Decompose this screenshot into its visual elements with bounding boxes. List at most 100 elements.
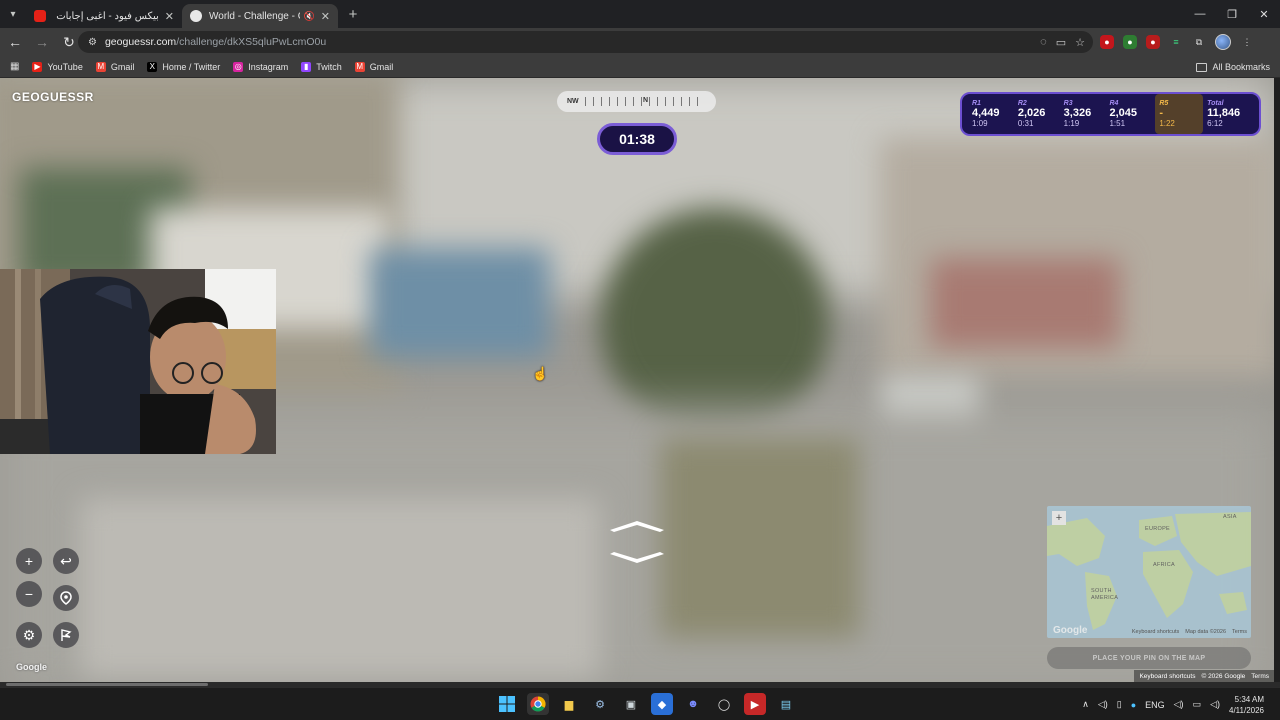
extensions-puzzle-icon[interactable]: ⧉	[1192, 35, 1206, 49]
round-points: 3,326	[1063, 107, 1092, 119]
store-icon[interactable]: ▣	[620, 693, 642, 715]
compass[interactable]: NW N	[557, 91, 716, 112]
minimap-terms-link[interactable]: Terms	[1232, 629, 1247, 635]
red-wall	[930, 258, 1120, 348]
discord-icon[interactable]: ☻	[682, 693, 704, 715]
total-time: 6:12	[1207, 119, 1223, 128]
cast-icon[interactable]: ▭	[1056, 36, 1066, 49]
speaker-icon[interactable]: ◁)	[1098, 699, 1108, 710]
extension-red-icon[interactable]: ●	[1100, 35, 1114, 49]
profile-avatar-icon[interactable]	[1215, 34, 1231, 50]
site-info-icon[interactable]: ⚙	[88, 37, 97, 48]
logo-text: GEOGUESSR	[12, 90, 94, 104]
clock[interactable]: 5:34 AM 4/11/2026	[1229, 694, 1264, 716]
guess-minimap[interactable]: + EUROPE ASIA AFRICA SOUTH AMERICA Googl…	[1047, 506, 1251, 638]
median-grass	[660, 438, 860, 638]
address-bar[interactable]: ⚙ geoguessr.com /challenge/dkXS5qluPwLcm…	[78, 31, 1093, 53]
bookmark-twitter[interactable]: X Home / Twitter	[147, 61, 220, 72]
display-icon[interactable]: ▭	[1193, 699, 1202, 710]
move-backward-arrow-icon[interactable]	[610, 552, 664, 563]
language-indicator[interactable]: ENG	[1145, 700, 1165, 710]
tab-youtube[interactable]: بيكس فيود - أغبى إجابات صناع ها ✕	[26, 4, 182, 28]
flag-button[interactable]	[53, 622, 79, 648]
bookmark-star-icon[interactable]: ☆	[1075, 36, 1085, 49]
minimap-zoom-in-button[interactable]: +	[1052, 511, 1066, 525]
bookmark-twitch[interactable]: ▮ Twitch	[301, 61, 342, 72]
bookmark-gmail-2[interactable]: M Gmail	[354, 61, 394, 72]
restore-icon[interactable]: ❐	[1216, 0, 1248, 28]
network-icon[interactable]: ◁)	[1210, 699, 1220, 710]
keyboard-shortcuts-link[interactable]: Keyboard shortcuts	[1139, 673, 1195, 680]
opera-gx-icon[interactable]: ◯	[713, 693, 735, 715]
tab-geoguessr[interactable]: World - Challenge - GeoGu 🔇 ✕	[182, 4, 338, 28]
youtube-icon: ▶	[32, 61, 43, 72]
bookmark-gmail[interactable]: M Gmail	[95, 61, 135, 72]
bookmarks-bar: ▦ ▶ YouTube M Gmail X Home / Twitter ◎ Insta…	[0, 56, 1280, 78]
close-window-icon[interactable]: ✕	[1248, 0, 1280, 28]
back-button[interactable]: ←	[3, 30, 27, 54]
flag-icon	[61, 629, 72, 641]
window-controls: — ❐ ✕	[1184, 0, 1280, 28]
all-bookmarks-label: All Bookmarks	[1212, 62, 1270, 72]
total-points: 11,846	[1207, 107, 1241, 119]
road-light	[80, 498, 600, 678]
app-blue-icon[interactable]: ◆	[651, 693, 673, 715]
extension-green-icon[interactable]: ●	[1123, 35, 1137, 49]
vertical-scrollbar[interactable]	[1274, 78, 1280, 682]
scrollbar-thumb[interactable]	[6, 683, 208, 686]
zoom-in-button[interactable]: +	[16, 548, 42, 574]
battery-icon[interactable]: ▯	[1117, 699, 1122, 710]
tray-chevron-icon[interactable]: ∧	[1082, 699, 1089, 710]
file-explorer-icon[interactable]: ▆	[558, 693, 580, 715]
steam-icon[interactable]: ⚙	[589, 693, 611, 715]
minimap-google-logo: Google	[1053, 625, 1088, 636]
bookmark-label: Twitch	[316, 61, 342, 72]
total-score: Total 11,846 6:12	[1205, 94, 1251, 134]
x-icon: X	[147, 61, 158, 72]
app-red-icon[interactable]: ▶	[744, 693, 766, 715]
windows-start-icon[interactable]	[496, 693, 518, 715]
forward-button[interactable]: →	[30, 30, 54, 54]
minimap-shortcuts-link[interactable]: Keyboard shortcuts	[1132, 629, 1179, 635]
round-score: R3 3,326 1:19	[1062, 94, 1108, 134]
extension-redshield-icon[interactable]: ●	[1146, 35, 1160, 49]
microphone-icon[interactable]: ●	[1131, 700, 1136, 710]
muted-tab-icon[interactable]: 🔇	[304, 11, 315, 22]
extensions-area: ● ● ● ≡ ⧉ ⋮	[1100, 28, 1254, 56]
move-arrows[interactable]	[606, 518, 668, 568]
minimize-icon[interactable]: —	[1184, 0, 1216, 28]
chrome-icon[interactable]	[527, 693, 549, 715]
place-pin-button[interactable]: PLACE YOUR PIN ON THE MAP	[1047, 647, 1251, 669]
return-to-start-button[interactable]	[53, 585, 79, 611]
close-tab-icon[interactable]: ✕	[165, 10, 174, 23]
timer-text: 01:38	[619, 131, 655, 147]
map-label-asia: ASIA	[1223, 514, 1237, 520]
tab-title: بيكس فيود - أغبى إجابات صناع ها	[53, 10, 159, 22]
url-path: /challenge/dkXS5qluPwLcmO0u	[176, 36, 327, 48]
geoguessr-logo[interactable]: GEOGUESSR	[12, 90, 94, 104]
address-bar-icons: ◌ ▭ ☆	[1040, 31, 1085, 53]
eye-off-icon[interactable]: ◌	[1040, 36, 1047, 48]
bookmark-label: Gmail	[369, 61, 394, 72]
settings-button[interactable]: ⚙	[16, 622, 42, 648]
move-forward-arrow-icon[interactable]	[610, 521, 664, 532]
notepad-icon[interactable]: ▤	[775, 693, 797, 715]
zoom-out-button[interactable]: −	[16, 581, 42, 607]
volume-icon[interactable]: ◁)	[1174, 699, 1184, 710]
tab-search-icon[interactable]: ▾	[0, 0, 26, 28]
new-tab-button[interactable]: +	[342, 6, 364, 23]
round-score: R4 2,045 1:51	[1107, 94, 1153, 134]
youtube-favicon-icon	[34, 10, 46, 22]
bookmark-instagram[interactable]: ◎ Instagram	[233, 61, 288, 72]
extension-stripes-icon[interactable]: ≡	[1169, 35, 1183, 49]
undo-move-button[interactable]: ↩	[53, 548, 79, 574]
apps-grid-icon[interactable]: ▦	[10, 61, 20, 72]
browser-menu-icon[interactable]: ⋮	[1240, 35, 1254, 49]
copyright-text: © 2026 Google	[1201, 672, 1246, 680]
terms-link[interactable]: Terms	[1251, 673, 1269, 680]
all-bookmarks-button[interactable]: All Bookmarks	[1196, 56, 1270, 78]
bookmark-label: Gmail	[110, 61, 135, 72]
close-tab-icon[interactable]: ✕	[321, 10, 330, 23]
gmail-icon: M	[95, 61, 106, 72]
bookmark-youtube[interactable]: ▶ YouTube	[32, 61, 83, 72]
